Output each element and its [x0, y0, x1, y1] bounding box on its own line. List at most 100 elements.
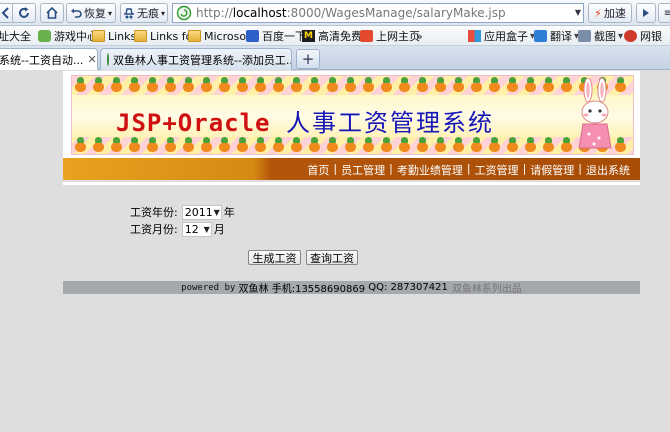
accelerate-button[interactable]: ⚡ 加速	[588, 3, 632, 23]
bookmark-item[interactable]: 百度一下	[246, 28, 306, 44]
carrot-icon	[216, 136, 234, 154]
nav-link[interactable]: 请假管理	[530, 162, 574, 178]
carrot-icon	[126, 136, 144, 154]
home-page-icon	[360, 30, 373, 42]
bank-icon	[624, 30, 637, 42]
bookmark-label: 百度一下	[262, 30, 306, 43]
no-trace-button[interactable]: 无痕 ▾	[120, 3, 168, 23]
nav-link[interactable]: 退出系统	[586, 162, 630, 178]
address-dropdown-icon[interactable]: ▼	[575, 8, 581, 17]
bookmark-item[interactable]: Microso	[188, 28, 246, 44]
folder-icon	[92, 30, 105, 42]
carrot-icon	[504, 136, 522, 154]
refresh-button[interactable]	[12, 3, 36, 23]
page-favicon-icon	[176, 5, 192, 21]
tab-add-employee[interactable]: 双鱼林人事工资管理系统--添加员工... ✕	[100, 48, 292, 70]
carrot-icon	[540, 76, 558, 94]
url-scheme: http://	[196, 6, 233, 20]
carrot-icon	[252, 76, 270, 94]
nav-link[interactable]: 首页	[307, 162, 329, 178]
tab-title: 系统--工资自动...	[0, 53, 84, 67]
page-footer: powered by 双鱼林 手机:13558690869 QQ: 287307…	[63, 281, 640, 295]
tab-strip: 系统--工资自动... ✕ 双鱼林人事工资管理系统--添加员工... ✕ +	[0, 46, 670, 70]
folder-icon	[134, 30, 147, 42]
carrot-icon	[198, 136, 216, 154]
chevron-down-icon: ▾	[618, 30, 624, 42]
restore-button[interactable]: 恢复 ▾	[66, 3, 116, 23]
address-bar[interactable]: http://localhost:8000/WagesManage/salary…	[172, 3, 584, 23]
extension-translate[interactable]: 翻译 ▾	[534, 28, 579, 44]
carrot-icon	[486, 136, 504, 154]
carrot-icon	[414, 76, 432, 94]
year-select[interactable]: 2011 ▼	[181, 204, 222, 220]
close-icon[interactable]: ✕	[83, 53, 96, 66]
carrot-icon	[234, 136, 252, 154]
bookmark-item[interactable]: Links	[92, 28, 136, 44]
carrot-icon	[450, 76, 468, 94]
browser-toolbar: 恢复 ▾ 无痕 ▾ http://localhost:8000/WagesMan…	[0, 0, 670, 26]
carrot-icon	[252, 136, 270, 154]
bookmark-item[interactable]: Links fo	[134, 28, 192, 44]
extension-app-box[interactable]: 应用盒子 ▾	[468, 28, 535, 44]
bookmark-label: 高清免费	[318, 30, 362, 43]
extension-bank[interactable]: 网银	[624, 28, 662, 44]
chevron-down-icon: ▾	[107, 8, 112, 18]
forward-button[interactable]	[636, 3, 656, 23]
carrot-icon	[504, 76, 522, 94]
gamepad-icon	[38, 30, 51, 42]
carrot-icon	[414, 136, 432, 154]
month-select-value: 12	[184, 222, 199, 236]
bookmark-item[interactable]: 游戏中心	[38, 28, 98, 44]
salary-form-area: 工资年份: 2011 ▼ 年 工资月份: 12 ▼ 月 生成工资 查询工资	[63, 185, 640, 281]
carrot-icon	[288, 136, 306, 154]
footer-phone: 手机:13558690869	[271, 284, 366, 295]
carrot-icon	[630, 76, 633, 94]
bookmark-label: 址大全	[0, 30, 31, 43]
carrot-icon	[396, 76, 414, 94]
nav-separator: |	[389, 162, 393, 175]
main-nav-bar: 首页 | 员工管理 | 考勤业绩管理 | 工资管理 | 请假管理 | 退出系统	[63, 158, 640, 180]
carrot-icon	[72, 136, 90, 154]
bookmark-item[interactable]: 上网主页	[360, 28, 420, 44]
restore-label: 恢复	[83, 7, 106, 20]
new-tab-button[interactable]: +	[296, 49, 320, 69]
carrot-icon	[288, 76, 306, 94]
nav-link[interactable]: 工资管理	[475, 162, 519, 178]
page-favicon-icon	[107, 53, 109, 66]
bookmark-item[interactable]: 址大全	[0, 28, 31, 44]
carrot-icon	[468, 136, 486, 154]
extension-label: 截图	[594, 30, 616, 43]
m-icon: M	[302, 30, 315, 42]
nav-link[interactable]: 考勤业绩管理	[397, 162, 463, 178]
folder-icon	[188, 30, 201, 42]
footer-series: 双鱼林系列出品	[451, 284, 522, 295]
footer-powered: powered by	[181, 282, 236, 293]
carrot-row-top	[72, 76, 633, 94]
nav-separator: |	[578, 162, 582, 175]
tab-salary-make[interactable]: 系统--工资自动... ✕	[0, 48, 98, 70]
generate-salary-button[interactable]: 生成工资	[248, 250, 301, 265]
month-row: 工资月份: 12 ▼ 月	[130, 221, 225, 237]
extension-label: 翻译	[550, 30, 572, 43]
query-salary-button[interactable]: 查询工资	[306, 250, 358, 265]
bookmark-item[interactable]: M 高清免费	[302, 28, 362, 44]
home-icon	[46, 6, 58, 19]
bookmarks-overflow[interactable]: »	[416, 28, 423, 44]
tab-title: 双鱼林人事工资管理系统--添加员工...	[113, 53, 292, 67]
bookmark-label: Links	[108, 29, 137, 43]
extension-screenshot[interactable]: 截图 ▾	[578, 28, 623, 44]
carrot-icon	[450, 136, 468, 154]
baidu-icon	[246, 30, 259, 42]
nav-separator: |	[466, 162, 471, 175]
bookmark-label: Links fo	[150, 29, 193, 43]
menu-button[interactable]: ≡	[658, 3, 670, 23]
nav-link[interactable]: 员工管理	[341, 162, 385, 178]
carrot-icon	[108, 136, 126, 154]
banner-title-cn: 人事工资管理系统	[285, 109, 494, 137]
footer-qq: QQ: 287307421	[368, 282, 448, 293]
month-label: 工资月份:	[130, 223, 178, 236]
menu-icon: ≡	[663, 7, 670, 19]
home-button[interactable]	[40, 3, 64, 23]
nav-separator: |	[522, 162, 527, 175]
month-select[interactable]: 12 ▼	[181, 221, 212, 237]
